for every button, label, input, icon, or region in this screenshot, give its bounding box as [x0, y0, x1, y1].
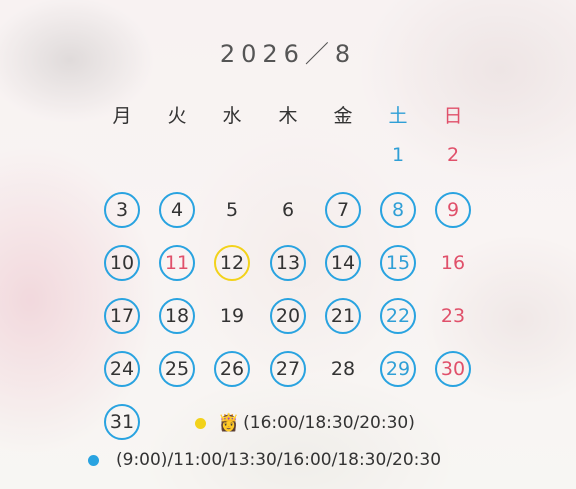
calendar-day[interactable]: 16: [435, 245, 471, 281]
calendar-day[interactable]: 24: [104, 351, 140, 387]
yellow-dot-icon: [195, 417, 206, 429]
legend-available: (9:00)/11:00/13:30/16:00/18:30/20:30: [88, 450, 441, 470]
weekday-label: 月: [112, 105, 132, 127]
calendar-day[interactable]: 11: [159, 245, 195, 281]
calendar-day[interactable]: 3: [104, 192, 140, 228]
calendar-day[interactable]: 26: [214, 351, 250, 387]
calendar-day[interactable]: 12: [214, 245, 250, 281]
crown-face-icon: 👸: [218, 413, 240, 433]
calendar-day[interactable]: 20: [270, 298, 306, 334]
calendar-day[interactable]: 15: [380, 245, 416, 281]
calendar-day[interactable]: 21: [325, 298, 361, 334]
calendar-day[interactable]: 1: [380, 137, 416, 173]
weekday-label: 日: [443, 105, 463, 127]
weekday-label: 金: [333, 105, 353, 127]
calendar-day[interactable]: 4: [159, 192, 195, 228]
calendar-day[interactable]: 2: [435, 137, 471, 173]
month-title: 2026／8: [219, 40, 357, 68]
calendar-day[interactable]: 31: [104, 404, 140, 440]
legend-today: 👸 (16:00/18:30/20:30): [195, 413, 415, 433]
calendar-day[interactable]: 18: [159, 298, 195, 334]
blue-dot-icon: [88, 454, 99, 466]
calendar-day[interactable]: 25: [159, 351, 195, 387]
calendar-day[interactable]: 29: [380, 351, 416, 387]
calendar-day[interactable]: 28: [325, 351, 361, 387]
calendar-day[interactable]: 7: [325, 192, 361, 228]
legend-today-text: (16:00/18:30/20:30): [243, 413, 415, 433]
calendar-day[interactable]: 27: [270, 351, 306, 387]
calendar-day[interactable]: 13: [270, 245, 306, 281]
calendar-day[interactable]: 19: [214, 298, 250, 334]
weekday-label: 水: [222, 105, 242, 127]
legend-available-text: (9:00)/11:00/13:30/16:00/18:30/20:30: [116, 450, 442, 470]
calendar-day[interactable]: 10: [104, 245, 140, 281]
calendar-day[interactable]: 30: [435, 351, 471, 387]
calendar-day[interactable]: 23: [435, 298, 471, 334]
calendar-day[interactable]: 5: [214, 192, 250, 228]
weekday-label: 土: [388, 105, 408, 127]
calendar-day[interactable]: 14: [325, 245, 361, 281]
calendar-day[interactable]: 22: [380, 298, 416, 334]
calendar-day[interactable]: 6: [270, 192, 306, 228]
calendar-day[interactable]: 17: [104, 298, 140, 334]
weekday-label: 火: [167, 105, 187, 127]
calendar-day[interactable]: 9: [435, 192, 471, 228]
weekday-label: 木: [278, 105, 298, 127]
calendar-day[interactable]: 8: [380, 192, 416, 228]
